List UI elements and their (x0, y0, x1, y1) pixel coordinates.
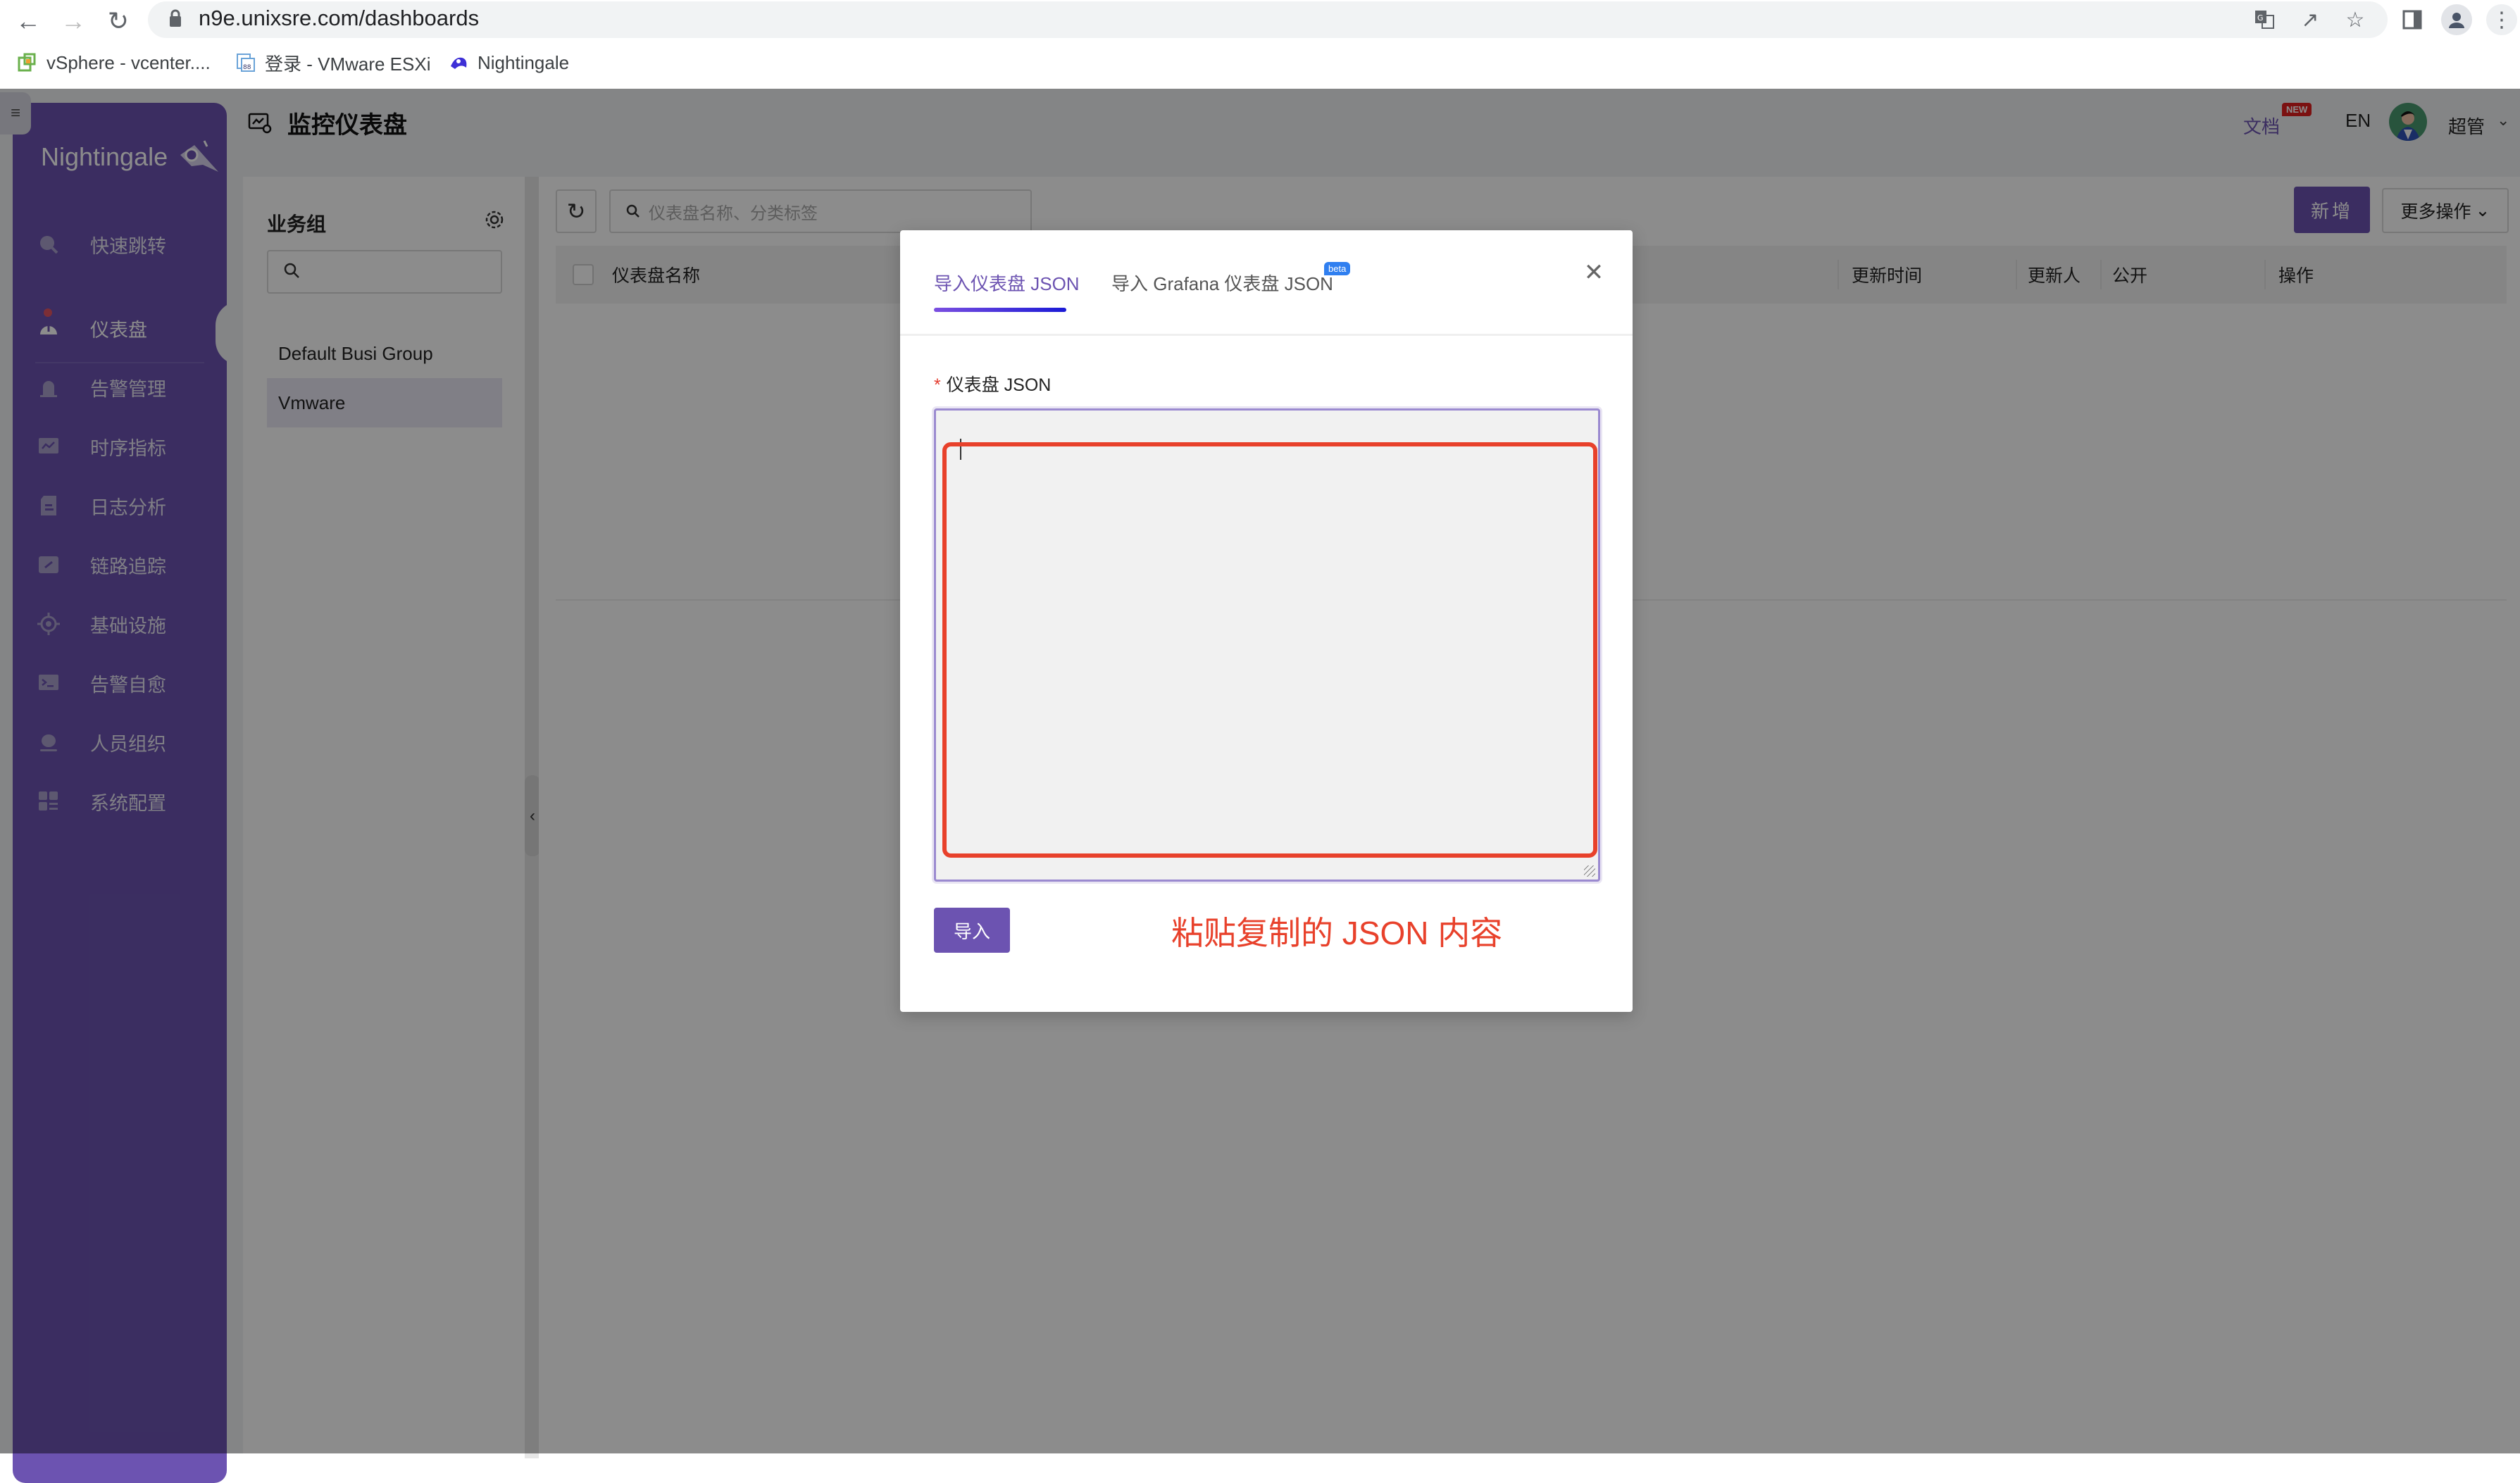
svg-text:G: G (2257, 13, 2264, 23)
share-icon[interactable]: ↗ (2296, 6, 2324, 34)
required-star: * (934, 375, 941, 395)
reload-button[interactable]: ↻ (101, 4, 135, 38)
close-icon[interactable]: ✕ (1580, 258, 1608, 287)
url-text[interactable]: n9e.unixsre.com/dashboards (199, 4, 479, 32)
profile-icon[interactable] (2441, 4, 2472, 35)
translate-icon[interactable]: G (2250, 6, 2278, 34)
resize-handle[interactable] (1584, 865, 1595, 877)
bookmark-vsphere[interactable]: vSphere - vcenter.... (17, 46, 211, 79)
lock-icon (170, 9, 181, 27)
tab-import-grafana-json[interactable]: 导入 Grafana 仪表盘 JSON (1111, 270, 1333, 296)
active-tab-indicator (934, 308, 1066, 312)
bookmark-nightingale[interactable]: Nightingale (448, 46, 569, 79)
bookmark-esxi[interactable]: 88 登录 - VMware ESXi (235, 46, 431, 79)
annotation-text: 粘贴复制的 JSON 内容 (1171, 915, 1503, 951)
json-field-label: * 仪表盘 JSON (934, 375, 1052, 395)
import-button[interactable]: 导入 (934, 908, 1010, 953)
bookmarks-bar: vSphere - vcenter.... 88 登录 - VMware ESX… (0, 46, 2520, 79)
forward-button[interactable]: → (56, 4, 90, 38)
bookmark-star-icon[interactable]: ☆ (2341, 6, 2369, 34)
beta-badge: beta (1324, 262, 1351, 275)
side-panel-icon[interactable] (2398, 6, 2426, 34)
svg-text:88: 88 (243, 64, 251, 71)
address-bar[interactable] (148, 1, 2388, 38)
import-dashboard-modal: 导入仪表盘 JSON 导入 Grafana 仪表盘 JSON beta ✕ * 仪… (900, 230, 1633, 1012)
tab-import-dashboard-json[interactable]: 导入仪表盘 JSON (934, 270, 1080, 296)
annotation-highlight-box (942, 442, 1597, 858)
modal-header: 导入仪表盘 JSON 导入 Grafana 仪表盘 JSON beta ✕ (900, 230, 1633, 336)
esxi-icon: 88 (237, 54, 255, 72)
back-button[interactable]: ← (11, 4, 45, 38)
nightingale-bird-icon (451, 57, 467, 69)
browser-chrome: ← → ↻ n9e.unixsre.com/dashboards G ↗ ☆ ⋮… (0, 0, 2520, 89)
more-menu-icon[interactable]: ⋮ (2486, 4, 2517, 35)
vsphere-icon (18, 53, 36, 72)
